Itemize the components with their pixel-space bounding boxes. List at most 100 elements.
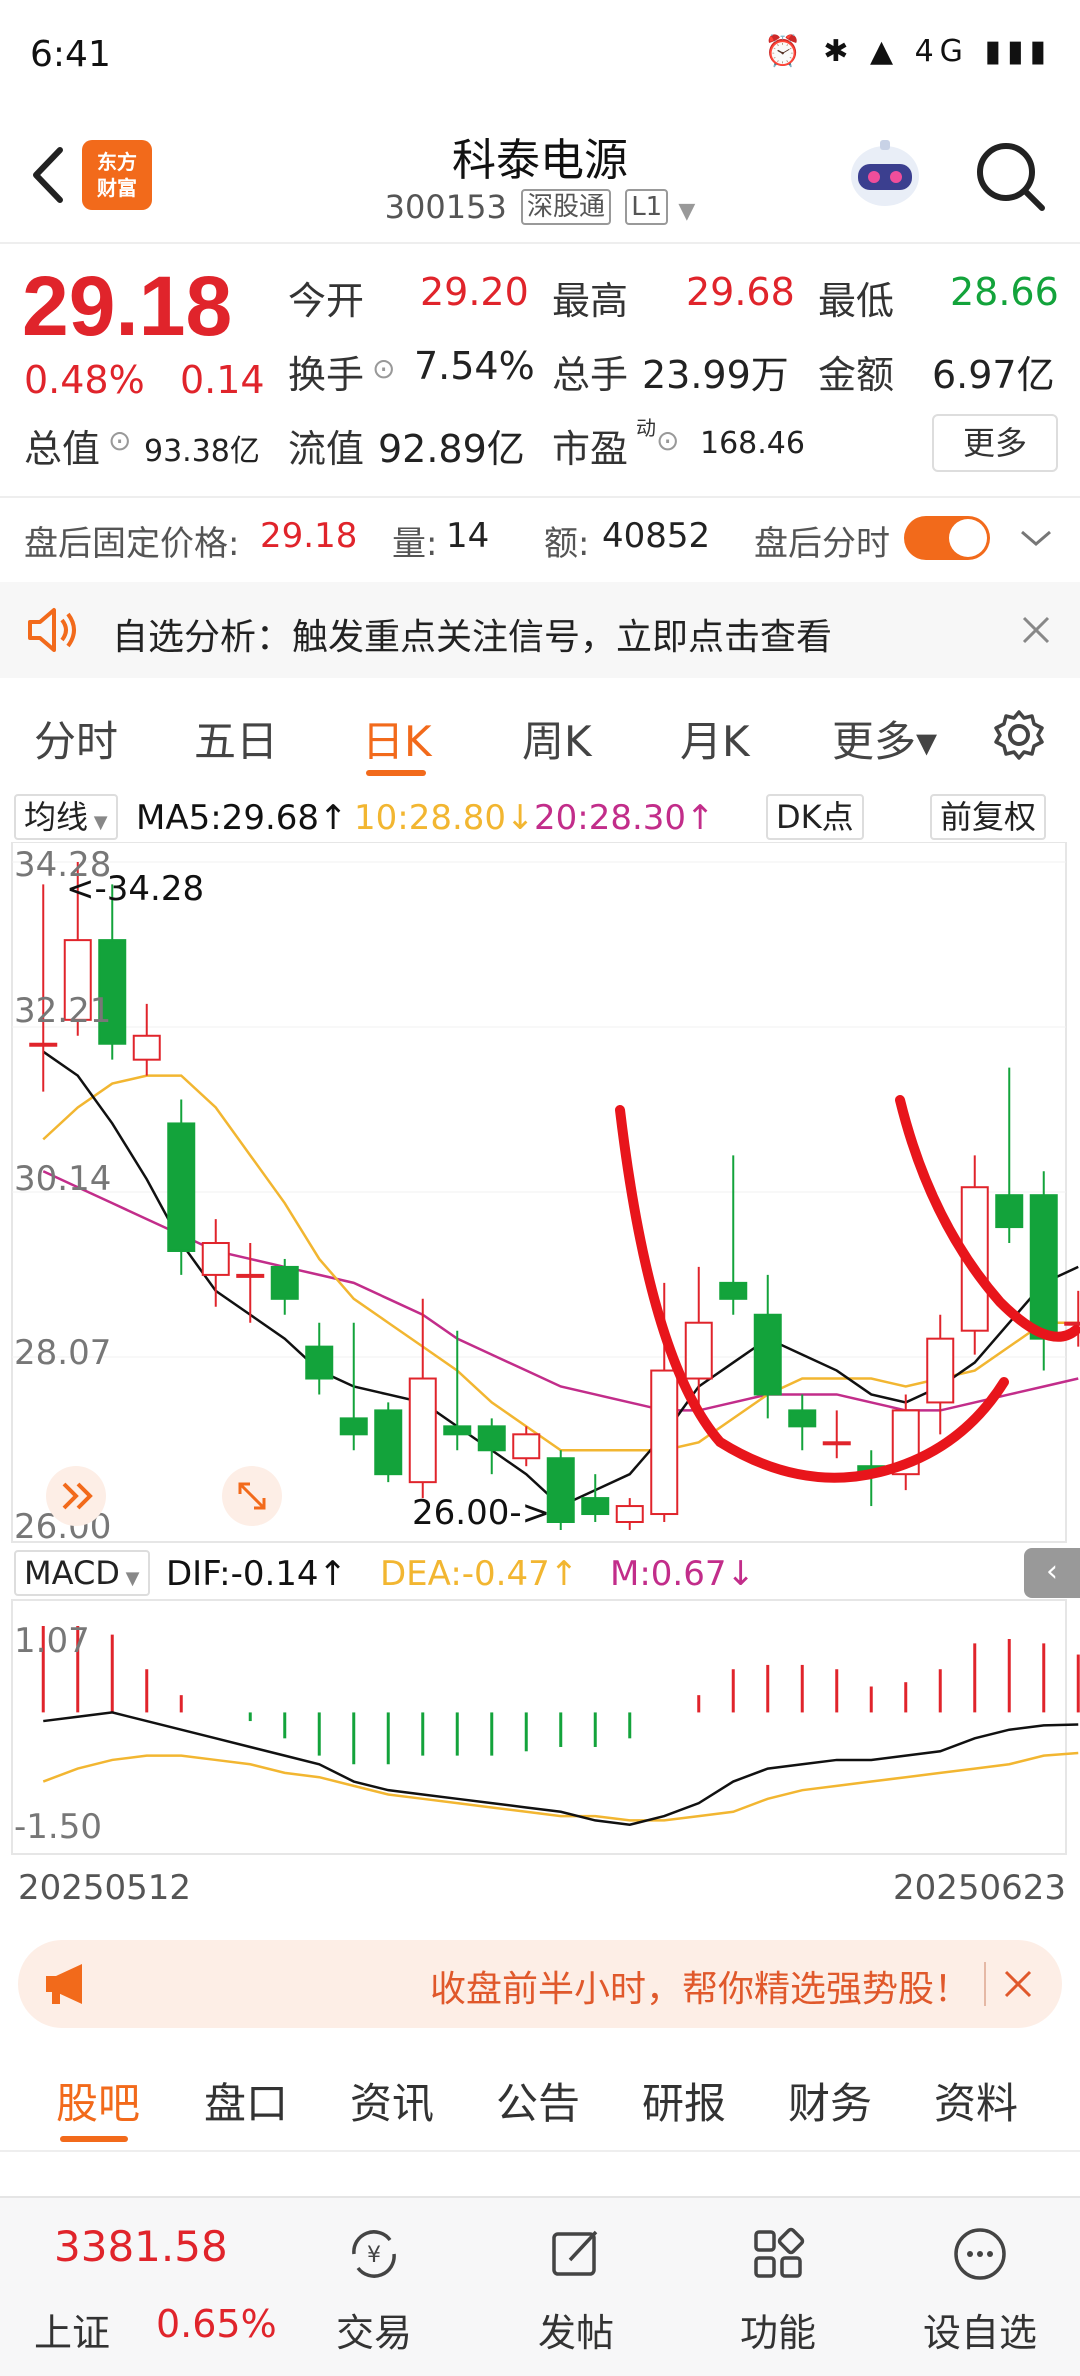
dk-point-button[interactable]: DK点 xyxy=(766,794,864,840)
macd-dea-value: DEA:-0.47↑ xyxy=(380,1554,579,1594)
candle-body xyxy=(995,1194,1024,1229)
tab-research[interactable]: 研报 xyxy=(642,2070,726,2131)
tab-monthly-k[interactable]: 月K xyxy=(680,708,750,769)
notice-text: 自选分析：触发重点关注信号，立即点击查看 xyxy=(112,617,833,658)
last-price: 29.18 xyxy=(22,259,233,353)
after-hours-amount-value: 40852 xyxy=(602,516,711,556)
tab-announcements[interactable]: 公告 xyxy=(496,2070,580,2131)
more-button[interactable]: 更多 xyxy=(932,414,1058,472)
fast-forward-icon[interactable] xyxy=(46,1466,106,1526)
candle-body xyxy=(684,1321,713,1380)
features-grid-icon[interactable] xyxy=(748,2224,808,2284)
nav-trade[interactable]: 交易 xyxy=(294,2302,454,2357)
indicator-selector[interactable]: MACD ▼ xyxy=(14,1550,150,1596)
ma20-value: 20:28.30↑ xyxy=(534,798,715,838)
tab-forum[interactable]: 股吧 xyxy=(56,2070,140,2131)
candle-body xyxy=(236,1273,265,1278)
candle-body xyxy=(408,1377,437,1484)
robot-assistant-icon[interactable] xyxy=(840,136,930,216)
svg-text:¥: ¥ xyxy=(367,2243,381,2268)
turnover-value: 7.54% xyxy=(414,344,535,388)
after-hours-toggle-label: 盘后分时 xyxy=(754,524,890,564)
candle-body xyxy=(477,1425,506,1452)
promo-banner[interactable]: 收盘前半小时，帮你精选强势股！ xyxy=(18,1940,1062,2028)
trade-icon[interactable]: ¥ xyxy=(344,2224,404,2284)
index-name[interactable]: 上证 xyxy=(34,2302,110,2357)
tab-daily-k[interactable]: 日K xyxy=(362,708,432,769)
ma5-value: MA5:29.68↑ xyxy=(136,798,348,838)
candle-body xyxy=(374,1409,403,1476)
nav-post[interactable]: 发帖 xyxy=(496,2302,656,2357)
kline-chart[interactable]: 34.28 32.21 30.14 28.07 26.00 <-34.28 26… xyxy=(0,842,1080,1862)
high-value: 29.68 xyxy=(686,270,795,314)
pe-label: 市盈 xyxy=(552,427,629,471)
level-tag: L1 xyxy=(625,189,669,225)
candle-body xyxy=(546,1457,575,1523)
tab-news[interactable]: 资讯 xyxy=(350,2070,434,2131)
header-divider xyxy=(0,242,1080,244)
volume-label: 总手 xyxy=(552,353,629,397)
y-tick: 30.14 xyxy=(14,1159,111,1199)
tab-financials[interactable]: 财务 xyxy=(788,2070,872,2131)
promo-text: 收盘前半小时，帮你精选强势股！ xyxy=(429,1969,970,2010)
after-hours-toggle[interactable] xyxy=(904,516,990,560)
turnover-label: 换手 xyxy=(288,353,365,397)
nav-features[interactable]: 功能 xyxy=(698,2302,858,2357)
adjust-button[interactable]: 前复权 xyxy=(930,794,1047,840)
candle-body xyxy=(719,1281,748,1300)
nav-add-watchlist[interactable]: 设自选 xyxy=(900,2302,1060,2357)
ma10-value: 10:28.80↓ xyxy=(354,798,535,838)
expand-icon[interactable] xyxy=(222,1466,282,1526)
collapse-panel-button[interactable]: ‹ xyxy=(1024,1548,1080,1598)
candle-body xyxy=(443,1425,472,1436)
status-bar: 6:41 ⏰ ✱ ▲ 4G ▮▮▮ xyxy=(0,0,1080,110)
info-icon[interactable]: ⊙ xyxy=(656,424,679,457)
compose-post-icon[interactable] xyxy=(546,2224,606,2284)
max-price-marker: <-34.28 xyxy=(66,869,204,909)
volume-value: 23.99万 xyxy=(642,353,789,397)
chevron-down-icon: ▼ xyxy=(678,199,696,224)
status-time: 6:41 xyxy=(30,34,111,75)
status-icons: ⏰ ✱ ▲ 4G ▮▮▮ xyxy=(764,34,1052,69)
index-value[interactable]: 3381.58 xyxy=(54,2222,228,2271)
search-icon[interactable] xyxy=(970,136,1050,216)
tab-order-book[interactable]: 盘口 xyxy=(204,2070,288,2131)
after-hours-amount-label: 额: xyxy=(544,524,590,564)
speaker-icon xyxy=(28,608,76,652)
amount-label: 金额 xyxy=(818,353,895,397)
ma-selector[interactable]: 均线 ▼ xyxy=(14,794,118,840)
index-change[interactable]: 0.65% xyxy=(156,2302,277,2346)
active-section-indicator xyxy=(60,2136,128,2142)
macd-dif-value: DIF:-0.14↑ xyxy=(166,1554,348,1594)
candle-body xyxy=(581,1497,610,1516)
y-tick: 28.07 xyxy=(14,1333,111,1373)
low-value: 28.66 xyxy=(950,270,1059,314)
info-icon[interactable]: ⊙ xyxy=(108,424,131,457)
chevron-down-icon[interactable] xyxy=(1018,526,1054,550)
after-hours-qty-label: 量: xyxy=(392,524,438,564)
candle-body xyxy=(305,1345,334,1380)
close-icon[interactable] xyxy=(1002,1968,1034,2000)
candle-body xyxy=(615,1505,644,1524)
candle-body xyxy=(650,1369,679,1516)
indicator-selector-label: MACD xyxy=(24,1554,120,1592)
settings-gear-icon[interactable] xyxy=(992,708,1046,762)
notice-banner[interactable]: 自选分析：触发重点关注信号，立即点击查看 xyxy=(0,582,1080,678)
chart-tabs: 分时 五日 日K 周K 月K 更多▾ xyxy=(0,694,1080,784)
macd-dea-line xyxy=(42,1751,1079,1822)
info-icon[interactable]: ⊙ xyxy=(372,352,395,385)
tab-profile[interactable]: 资料 xyxy=(934,2070,1018,2131)
x-axis-start-date: 20250512 xyxy=(18,1868,192,1908)
candle-body xyxy=(270,1265,299,1300)
tab-weekly-k[interactable]: 周K xyxy=(522,708,592,769)
candle-body xyxy=(753,1313,782,1396)
tab-intraday[interactable]: 分时 xyxy=(34,708,118,769)
tab-five-day[interactable]: 五日 xyxy=(194,708,278,769)
candle-body xyxy=(339,1417,368,1436)
x-axis-end-date: 20250623 xyxy=(892,1868,1066,1908)
absolute-change: 0.14 xyxy=(180,358,265,402)
close-icon[interactable] xyxy=(1020,614,1052,646)
add-watchlist-icon[interactable] xyxy=(950,2224,1010,2284)
tab-more[interactable]: 更多▾ xyxy=(832,708,937,769)
macd-legend-row: MACD ▼ DIF:-0.14↑ DEA:-0.47↑ M:0.67↓ ‹ xyxy=(0,1548,1080,1600)
